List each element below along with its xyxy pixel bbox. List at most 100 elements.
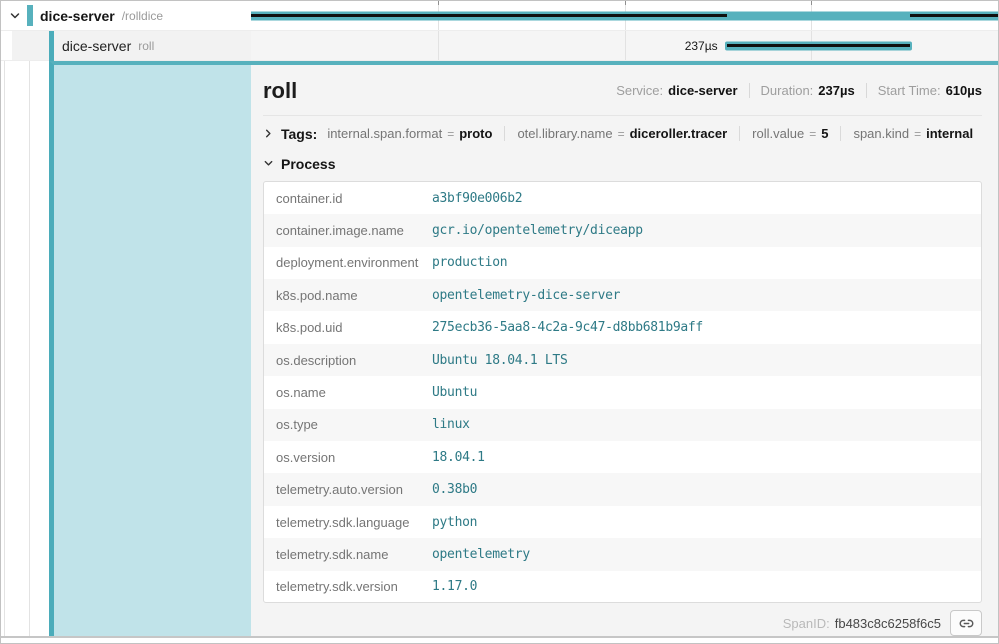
tag-value: 5 [821,126,828,141]
attribute-value: a3bf90e006b2 [432,191,522,206]
table-row: os.type linux [264,409,981,441]
span-id-label: SpanID: [783,616,830,631]
process-attributes-table: container.id a3bf90e006b2 container.imag… [263,181,982,603]
attribute-key: os.name [264,385,432,400]
link-icon [959,616,974,631]
grid-line [438,31,439,60]
tag-value: internal [926,126,973,141]
critical-path-segment [727,44,910,47]
selected-span-highlight [49,61,251,636]
chevron-down-icon[interactable] [263,158,274,169]
span-detail-section: roll Service: dice-server Duration: 237µ… [1,61,998,638]
start-time-value: 610µs [946,83,982,98]
attribute-value: Ubuntu 18.04.1 LTS [432,353,567,368]
span-name-cell-roll[interactable]: dice-server roll [1,31,251,61]
duration-label: Duration: [761,83,814,98]
meta-divider [749,83,750,98]
span-name-cell-rolldice[interactable]: dice-server /rolldice [1,1,251,31]
table-row: telemetry.sdk.language python [264,506,981,538]
table-row: k8s.pod.name opentelemetry-dice-server [264,279,981,311]
critical-path-segment [910,14,998,17]
copy-link-button[interactable] [950,610,982,636]
chevron-right-icon[interactable] [263,128,274,139]
tag-value: diceroller.tracer [630,126,728,141]
span-timeline-cell-roll: 237µs [251,31,998,61]
tag-key: internal.span.format [327,126,442,141]
tag-divider [739,126,740,141]
tag-equals: = [914,127,921,141]
ruler-tick [811,1,812,5]
attribute-value: 1.17.0 [432,579,477,594]
table-row: os.version 18.04.1 [264,441,981,473]
span-timeline-cell-rolldice [251,1,998,31]
chevron-down-icon[interactable] [9,10,21,22]
tag-equals: = [618,127,625,141]
attribute-value: opentelemetry [432,547,530,562]
tags-summary-row[interactable]: Tags: internal.span.format = proto otel.… [263,126,982,142]
attribute-key: os.type [264,417,432,432]
service-value: dice-server [668,83,737,98]
table-row: telemetry.sdk.version 1.17.0 [264,571,981,603]
ruler-tick [625,1,626,5]
header-divider [263,115,982,116]
span-detail-header: roll Service: dice-server Duration: 237µ… [263,76,982,106]
attribute-key: k8s.pod.name [264,288,432,303]
attribute-key: deployment.environment [264,255,432,270]
process-section-header[interactable]: Process [263,156,982,172]
indent-guide-line [29,61,30,636]
span-id-value: fb483c8c6258f6c5 [835,616,941,631]
span-detail-footer: SpanID: fb483c8c6258f6c5 [263,610,982,636]
attribute-key: telemetry.auto.version [264,482,432,497]
tag-key: roll.value [752,126,804,141]
attribute-key: telemetry.sdk.name [264,547,432,562]
table-row: telemetry.auto.version 0.38b0 [264,473,981,505]
tag-item: internal.span.format = proto [327,126,492,141]
start-time-label: Start Time: [878,83,941,98]
tag-item: roll.value = 5 [752,126,828,141]
tag-value: proto [459,126,492,141]
meta-divider [866,83,867,98]
span-row-rolldice: dice-server /rolldice [1,1,998,31]
attribute-key: telemetry.sdk.version [264,579,432,594]
duration-value: 237µs [818,83,854,98]
attribute-value: 275ecb36-5aa8-4c2a-9c47-d8bb681b9aff [432,320,703,335]
attribute-value: gcr.io/opentelemetry/diceapp [432,223,643,238]
tag-divider [504,126,505,141]
grid-line [625,31,626,60]
ruler-tick [438,1,439,5]
attribute-key: k8s.pod.uid [264,320,432,335]
attribute-key: container.id [264,191,432,206]
span-title: roll [263,78,297,104]
operation-name: roll [138,39,154,53]
table-row: container.id a3bf90e006b2 [264,182,981,214]
span-bar-roll[interactable] [725,41,912,50]
attribute-value: python [432,515,477,530]
span-meta: Service: dice-server Duration: 237µs Sta… [616,83,982,98]
attribute-key: container.image.name [264,223,432,238]
attribute-value: Ubuntu [432,385,477,400]
table-row: deployment.environment production [264,247,981,279]
service-label: Service: [616,83,663,98]
operation-name: /rolldice [122,9,163,23]
attribute-value: opentelemetry-dice-server [432,288,620,303]
span-detail-panel: roll Service: dice-server Duration: 237µ… [251,61,998,636]
service-color-bar [49,31,54,61]
service-color-bar [27,5,33,26]
service-name: dice-server [62,38,131,54]
attribute-value: 18.04.1 [432,450,485,465]
tags-label: Tags: [281,126,317,142]
tag-key: otel.library.name [517,126,612,141]
tag-item: otel.library.name = diceroller.tracer [517,126,727,141]
span-bar-rolldice[interactable] [251,11,998,20]
tag-key: span.kind [853,126,909,141]
trace-detail-view: dice-server /rolldice dice-server roll [0,0,999,644]
attribute-key: os.version [264,450,432,465]
process-label: Process [281,156,335,172]
service-name: dice-server [40,8,115,24]
attribute-value: linux [432,417,470,432]
critical-path-segment [251,14,727,17]
attribute-key: telemetry.sdk.language [264,515,432,530]
attribute-value: 0.38b0 [432,482,477,497]
indent-guide-line [4,61,5,636]
tag-equals: = [447,127,454,141]
